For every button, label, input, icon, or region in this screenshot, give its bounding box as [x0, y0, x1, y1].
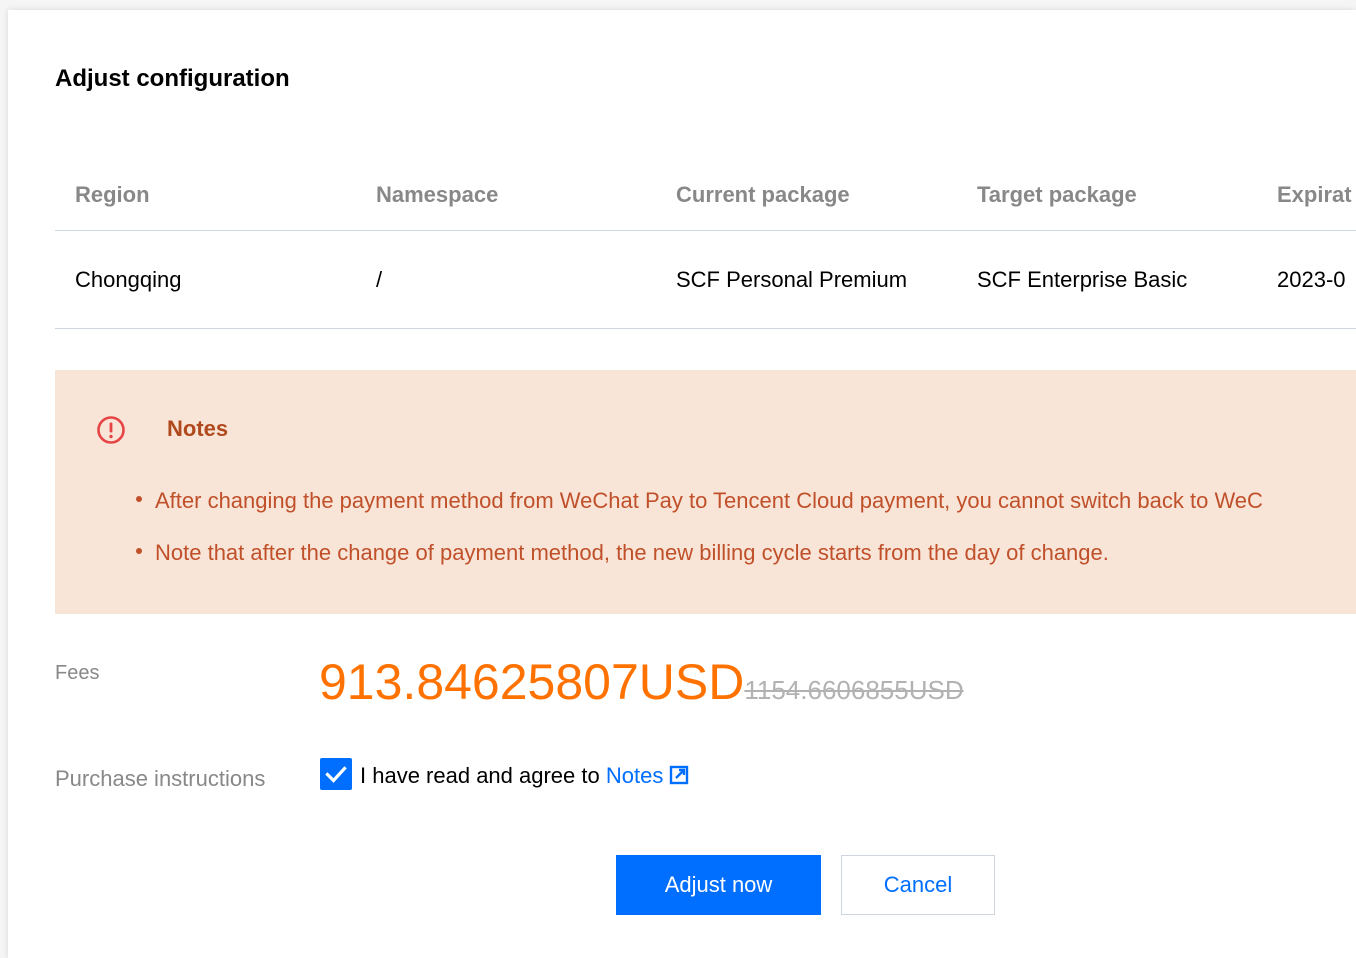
cell-region: Chongqing [75, 267, 182, 292]
agreement-text: I have read and agree to Notes [360, 763, 689, 789]
checkmark-icon [320, 766, 352, 794]
column-header-namespace: Namespace [376, 182, 499, 207]
adjust-now-button[interactable]: Adjust now [616, 855, 821, 915]
external-link-icon[interactable] [669, 765, 689, 785]
notes-title: Notes [167, 416, 229, 441]
original-price: 1154.6606855USD [744, 675, 964, 705]
column-header-region: Region [75, 182, 150, 207]
cell-expiration: 2023-0 [1277, 267, 1346, 292]
notes-link[interactable]: Notes [606, 763, 663, 788]
exclamation-circle-icon [96, 415, 126, 445]
package-table: Region Namespace Current package Target … [55, 160, 1356, 329]
fees-label: Fees [55, 662, 100, 684]
agreement-label: I have read and agree to [360, 763, 606, 788]
table-row: Chongqing / SCF Personal Premium SCF Ent… [55, 231, 1356, 329]
fees-value: 913.84625807USD1154.6606855USD [319, 653, 964, 711]
column-header-target-package: Target package [977, 182, 1137, 207]
notes-list: After changing the payment method from W… [133, 488, 1263, 592]
agree-checkbox[interactable] [320, 758, 352, 790]
cancel-button[interactable]: Cancel [841, 855, 995, 915]
table-header-row: Region Namespace Current package Target … [55, 160, 1356, 231]
column-header-expiration: Expirat [1277, 182, 1352, 207]
notes-item: After changing the payment method from W… [133, 488, 1263, 540]
dialog-title: Adjust configuration [55, 65, 290, 92]
notes-alert: Notes After changing the payment method … [55, 370, 1356, 614]
purchase-instructions-label: Purchase instructions [55, 766, 266, 791]
column-header-current-package: Current package [676, 182, 850, 207]
discounted-price: 913.84625807USD [319, 654, 745, 710]
cell-target-package: SCF Enterprise Basic [977, 267, 1188, 292]
notes-item: Note that after the change of payment me… [133, 540, 1263, 592]
cell-namespace: / [376, 267, 383, 292]
cell-current-package: SCF Personal Premium [676, 267, 908, 292]
adjust-configuration-dialog: Adjust configuration Region Namespace Cu… [8, 10, 1356, 958]
